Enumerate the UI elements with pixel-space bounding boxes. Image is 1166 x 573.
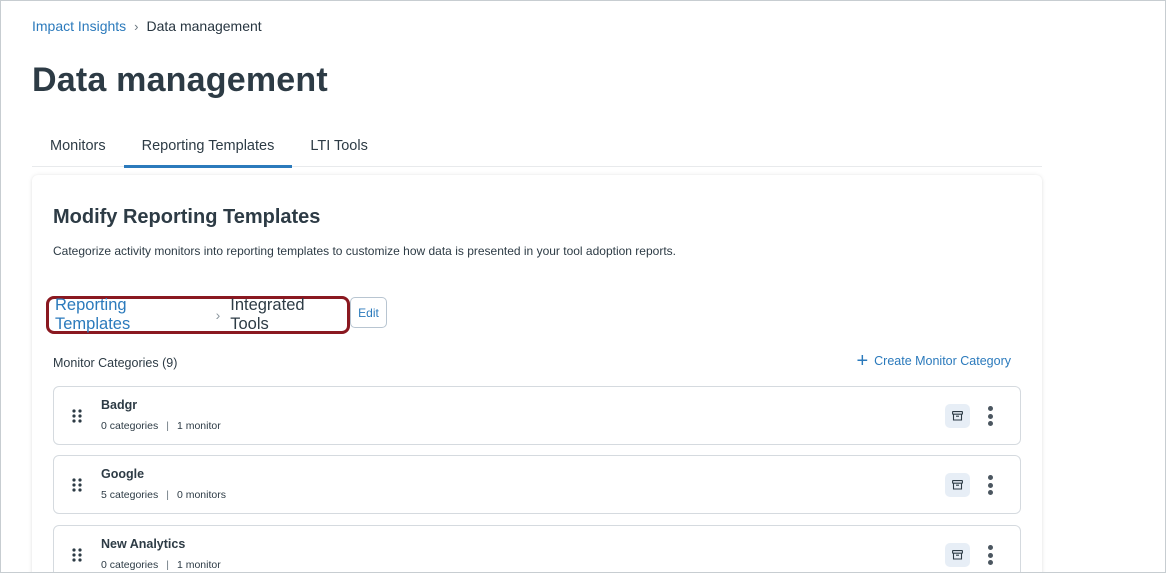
row-title: Google — [101, 467, 145, 481]
tab-lti-tools[interactable]: LTI Tools — [292, 128, 386, 167]
plus-icon: + — [856, 350, 869, 372]
template-breadcrumb: Reporting Templates › Integrated Tools — [46, 296, 350, 334]
reporting-templates-card: Modify Reporting Templates Categorize ac… — [32, 175, 1042, 572]
template-breadcrumb-link[interactable]: Reporting Templates — [55, 296, 206, 334]
breadcrumb: Impact Insights › Data management — [32, 18, 262, 34]
archive-button[interactable] — [945, 543, 970, 567]
row-categories-count: 5 categories — [101, 489, 159, 501]
kebab-menu-icon[interactable] — [982, 473, 998, 497]
archive-button[interactable] — [945, 473, 970, 497]
card-title: Modify Reporting Templates — [53, 206, 321, 228]
row-separator: | — [166, 489, 169, 501]
breadcrumb-current: Data management — [146, 18, 262, 34]
drag-handle-icon[interactable] — [72, 478, 82, 492]
row-categories-count: 0 categories — [101, 559, 159, 571]
chevron-right-icon: › — [215, 307, 221, 323]
tab-bar: Monitors Reporting Templates LTI Tools — [32, 128, 1042, 168]
row-categories-count: 0 categories — [101, 420, 159, 432]
row-title: Badgr — [101, 398, 138, 412]
breadcrumb-link-impact-insights[interactable]: Impact Insights — [32, 18, 126, 34]
row-monitors-count: 1 monitor — [176, 420, 221, 432]
row-meta: 0 categories | 1 monitor — [101, 559, 221, 571]
row-title: New Analytics — [101, 537, 186, 551]
create-monitor-category-label: Create Monitor Category — [874, 354, 1011, 368]
row-separator: | — [166, 420, 169, 432]
kebab-menu-icon[interactable] — [982, 404, 998, 428]
row-monitors-count: 0 monitors — [176, 489, 226, 501]
tab-reporting-templates[interactable]: Reporting Templates — [123, 128, 293, 168]
row-separator: | — [166, 559, 169, 571]
row-meta: 5 categories | 0 monitors — [101, 489, 226, 501]
row-meta: 0 categories | 1 monitor — [101, 420, 221, 432]
chevron-right-icon: › — [134, 18, 139, 34]
card-description: Categorize activity monitors into report… — [53, 244, 676, 258]
list-item[interactable]: Google 5 categories | 0 monitors — [53, 455, 1021, 514]
archive-icon — [952, 550, 963, 560]
archive-button[interactable] — [945, 404, 970, 428]
kebab-menu-icon[interactable] — [982, 543, 998, 567]
app-window: Impact Insights › Data management Data m… — [0, 0, 1166, 573]
create-monitor-category-button[interactable]: + Create Monitor Category — [856, 350, 1011, 372]
template-breadcrumb-current: Integrated Tools — [230, 296, 305, 333]
row-monitors-count: 1 monitor — [176, 559, 221, 571]
archive-icon — [952, 480, 963, 490]
monitor-categories-heading: Monitor Categories (9) — [53, 356, 178, 370]
list-item[interactable]: New Analytics 0 categories | 1 monitor — [53, 525, 1021, 572]
edit-template-button[interactable]: Edit — [350, 297, 387, 328]
drag-handle-icon[interactable] — [72, 548, 82, 562]
page-title: Data management — [32, 61, 328, 99]
list-item[interactable]: Badgr 0 categories | 1 monitor — [53, 386, 1021, 445]
drag-handle-icon[interactable] — [72, 409, 82, 423]
tab-monitors[interactable]: Monitors — [32, 128, 124, 167]
archive-icon — [952, 411, 963, 421]
